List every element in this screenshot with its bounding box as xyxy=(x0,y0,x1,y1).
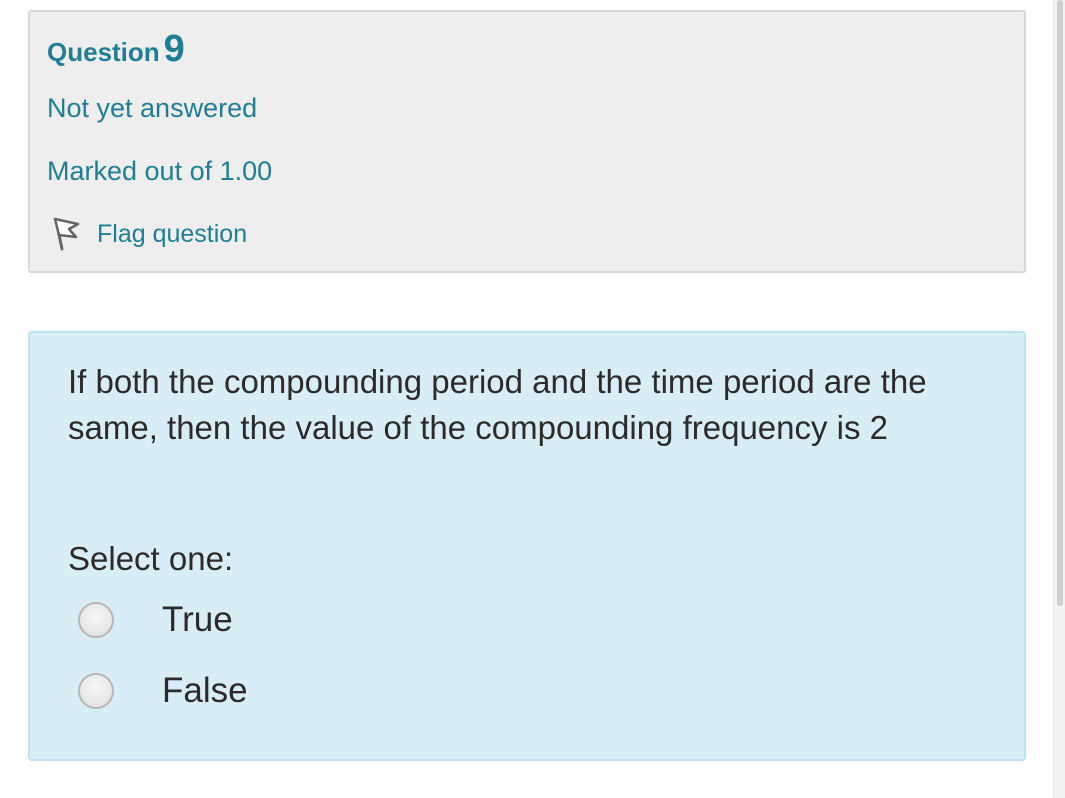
false-option-label[interactable]: False xyxy=(162,671,248,711)
question-number: 9 xyxy=(163,28,185,70)
question-state: Not yet answered xyxy=(47,93,258,123)
flag-question-label: Flag question xyxy=(97,219,248,248)
false-radio-button[interactable] xyxy=(78,673,114,709)
answer-option-false[interactable]: False xyxy=(78,668,378,714)
question-content-panel: If both the compounding period and the t… xyxy=(28,331,1026,761)
answer-prompt: Select one: xyxy=(68,540,234,577)
question-number-heading: Question 9 xyxy=(47,28,185,71)
question-text: If both the compounding period and the t… xyxy=(68,363,927,446)
question-info-panel: Question 9 Not yet answered Marked out of… xyxy=(28,10,1026,273)
question-grade: Marked out of 1.00 xyxy=(47,156,273,186)
flag-question-link[interactable]: Flag question xyxy=(47,214,247,254)
question-title-prefix: Question xyxy=(47,37,160,67)
true-option-label[interactable]: True xyxy=(162,600,233,640)
scrollbar-thumb[interactable] xyxy=(1057,0,1063,606)
answer-option-true[interactable]: True xyxy=(78,597,378,643)
true-radio-button[interactable] xyxy=(78,602,114,638)
flag-icon xyxy=(47,214,83,254)
